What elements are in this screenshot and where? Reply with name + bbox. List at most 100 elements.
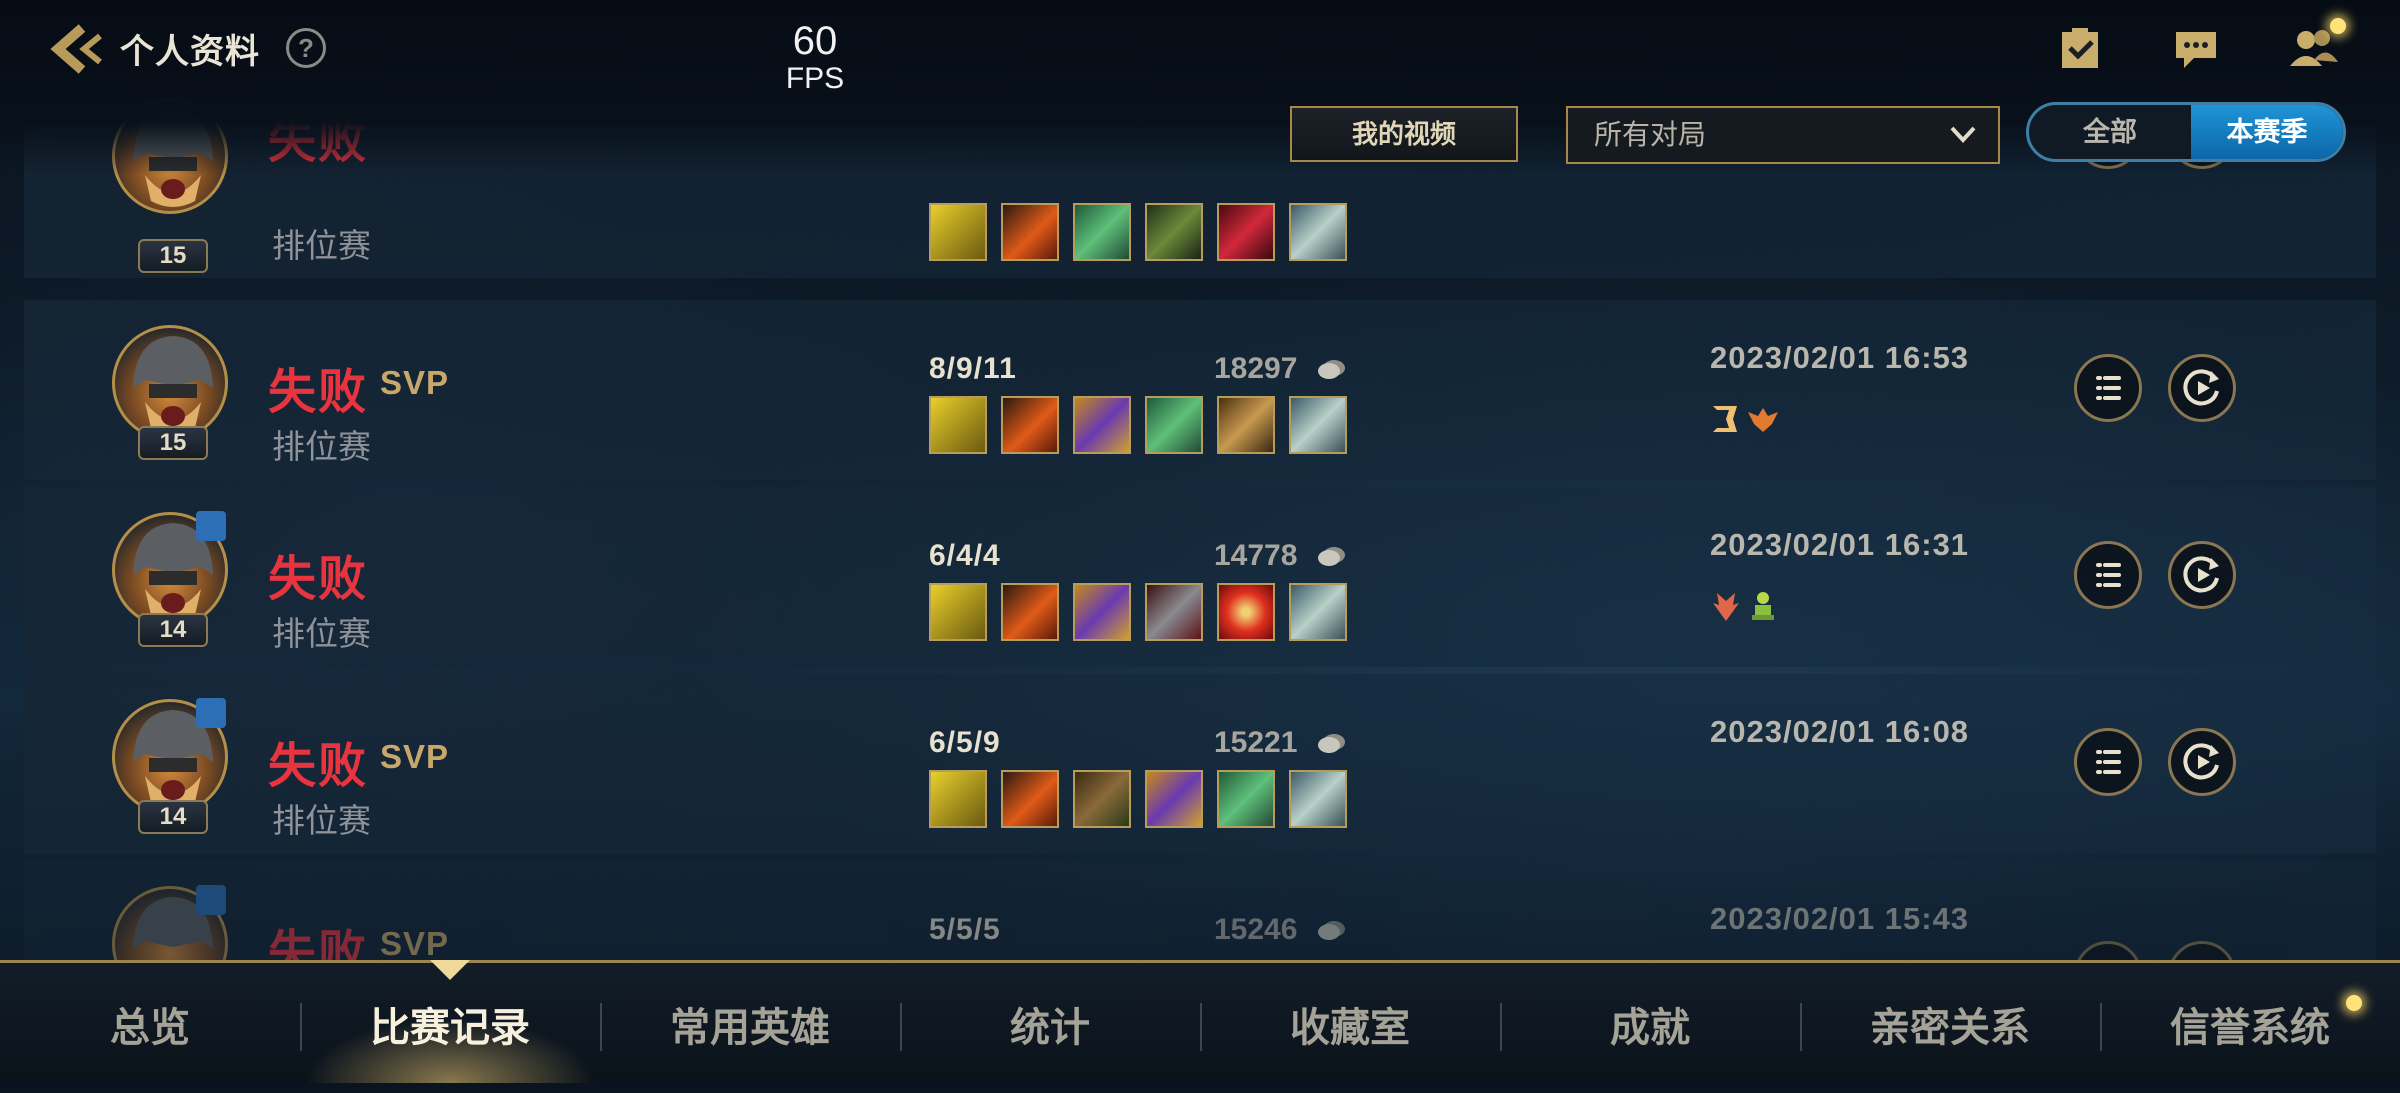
party-queue-icon xyxy=(196,885,226,915)
match-details-button[interactable] xyxy=(2074,354,2142,422)
match-mode: 排位赛 xyxy=(272,227,371,264)
gold-earned: 15246 xyxy=(1214,913,1298,946)
flame-blade-icon xyxy=(1001,583,1059,641)
silver-armor-icon xyxy=(1289,203,1347,261)
help-icon[interactable]: ? xyxy=(286,28,326,68)
gold-coin-icon xyxy=(1318,734,1345,753)
tab-honor-system[interactable]: 信誉系统 xyxy=(2100,963,2400,1083)
active-tab-pointer-icon xyxy=(430,960,470,980)
match-date: 2023/02/01 15:43 xyxy=(1710,901,1970,936)
champion-level-badge: 14 xyxy=(138,800,208,834)
green-armor-icon xyxy=(1217,770,1275,828)
friends-icon[interactable] xyxy=(2290,26,2338,70)
silver-armor-icon xyxy=(1289,583,1347,641)
crimson-claw-icon xyxy=(1217,203,1275,261)
silver-armor-icon xyxy=(1289,770,1347,828)
svp-badge: SVP xyxy=(380,364,450,401)
top-bar: 个人资料 ? 60 FPS 我的视频 所有对局 全部 本赛季 xyxy=(0,0,2400,175)
match-row[interactable]: 14 失败 排位赛 6/4/4 14778 2023/02/01 16:31 xyxy=(24,487,2376,667)
fps-label: FPS xyxy=(785,62,845,95)
match-result: 失败 xyxy=(268,553,369,606)
honor-notification-dot xyxy=(2346,995,2362,1011)
match-date: 2023/02/01 16:08 xyxy=(1710,714,1970,749)
match-date: 2023/02/01 16:31 xyxy=(1710,527,1970,562)
shield-icon xyxy=(929,770,987,828)
match-type-dropdown[interactable]: 所有对局 xyxy=(1566,106,2000,164)
flame-blade-icon xyxy=(1001,203,1059,261)
match-mode: 排位赛 xyxy=(272,428,371,465)
page-title: 个人资料 xyxy=(120,33,260,71)
fire-orb-icon xyxy=(1217,583,1275,641)
green-totem-badge-icon xyxy=(1752,592,1774,620)
flame-blade-icon xyxy=(1001,770,1059,828)
match-mode: 排位赛 xyxy=(272,615,371,652)
match-details-button[interactable] xyxy=(2074,728,2142,796)
silver-armor-icon xyxy=(1289,396,1347,454)
tab-collection[interactable]: 收藏室 xyxy=(1200,963,1500,1083)
bronze-gauntlet-icon xyxy=(1073,770,1131,828)
golden-helm-icon xyxy=(1217,396,1275,454)
winged-crest-badge-icon xyxy=(1748,408,1778,432)
champion-level-badge: 15 xyxy=(138,239,208,273)
champion-level-badge: 14 xyxy=(138,613,208,647)
match-result: 失败 xyxy=(268,366,369,419)
green-armor-icon xyxy=(1145,396,1203,454)
chat-icon[interactable] xyxy=(2172,26,2220,70)
tab-statistics[interactable]: 统计 xyxy=(900,963,1200,1083)
gold-coin-icon xyxy=(1318,360,1345,379)
match-result: 失败 xyxy=(268,927,369,960)
party-queue-icon xyxy=(196,511,226,541)
svp-badge: SVP xyxy=(380,925,450,960)
champion-avatar xyxy=(112,325,228,441)
gold-coin-icon xyxy=(1318,547,1345,566)
shield-icon xyxy=(929,583,987,641)
fps-value: 60 xyxy=(792,19,838,63)
tab-favorite-champions[interactable]: 常用英雄 xyxy=(600,963,900,1083)
bow-icon xyxy=(1145,203,1203,261)
match-result: 失败 xyxy=(268,740,369,793)
kda: 8/9/11 xyxy=(929,352,1017,385)
back-icon[interactable] xyxy=(48,22,108,76)
match-type-value: 所有对局 xyxy=(1594,119,1707,150)
match-row[interactable]: 15 失败 SVP 排位赛 8/9/11 18297 2023/02/01 16… xyxy=(24,300,2376,480)
gold-coin-icon xyxy=(1318,921,1345,940)
violet-tome-icon xyxy=(1145,770,1203,828)
replay-button[interactable] xyxy=(2168,541,2236,609)
gold-earned: 14778 xyxy=(1214,539,1298,572)
match-row[interactable]: 失败 SVP 5/5/5 15246 2023/02/01 15:43 xyxy=(24,861,2376,960)
triple-kill-badge-icon xyxy=(1713,406,1737,432)
gold-earned: 15221 xyxy=(1214,726,1298,759)
match-mode: 排位赛 xyxy=(272,802,371,839)
match-row[interactable]: 14 失败 SVP 排位赛 6/5/9 15221 2023/02/01 16:… xyxy=(24,674,2376,854)
violet-tome-icon xyxy=(1073,583,1131,641)
season-all-option[interactable]: 全部 xyxy=(2029,105,2191,159)
season-toggle[interactable]: 全部 本赛季 xyxy=(2026,102,2346,162)
champion-level-badge: 15 xyxy=(138,426,208,460)
match-date: 2023/02/01 16:53 xyxy=(1710,340,1970,375)
replay-button[interactable] xyxy=(2168,941,2236,960)
friends-notification-dot xyxy=(2330,18,2346,34)
kda: 6/5/9 xyxy=(929,726,1001,759)
fps-counter: 60 FPS xyxy=(770,20,860,96)
party-queue-icon xyxy=(196,698,226,728)
tab-achievements[interactable]: 成就 xyxy=(1500,963,1800,1083)
task-checklist-icon[interactable] xyxy=(2056,26,2104,70)
tab-relationships[interactable]: 亲密关系 xyxy=(1800,963,2100,1083)
match-details-button[interactable] xyxy=(2074,541,2142,609)
my-videos-button[interactable]: 我的视频 xyxy=(1290,106,1518,162)
tab-overview[interactable]: 总览 xyxy=(0,963,300,1083)
kda: 6/4/4 xyxy=(929,539,1001,572)
chevron-down-icon xyxy=(1950,126,1976,143)
shield-icon xyxy=(929,203,987,261)
replay-button[interactable] xyxy=(2168,728,2236,796)
season-current-option[interactable]: 本赛季 xyxy=(2191,105,2343,159)
match-details-button[interactable] xyxy=(2074,941,2142,960)
kda: 5/5/5 xyxy=(929,913,1001,946)
flame-crest-badge-icon xyxy=(1713,593,1739,621)
gold-earned: 18297 xyxy=(1214,352,1298,385)
flame-blade-icon xyxy=(1001,396,1059,454)
replay-button[interactable] xyxy=(2168,354,2236,422)
bottom-tab-bar: 总览 比赛记录 常用英雄 统计 收藏室 成就 亲密关系 信誉系统 xyxy=(0,960,2400,1083)
svp-badge: SVP xyxy=(380,738,450,775)
green-armor-icon xyxy=(1073,203,1131,261)
